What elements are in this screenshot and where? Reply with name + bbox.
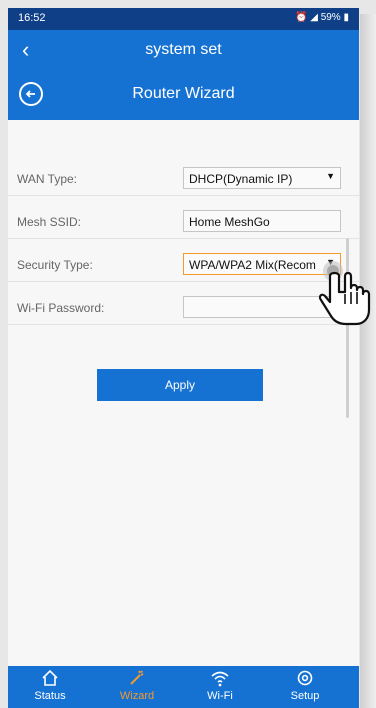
wifi-icon	[185, 666, 255, 691]
apply-button[interactable]: Apply	[97, 369, 263, 401]
battery-level: 59%	[320, 12, 341, 23]
nav-wifi-label: Wi-Fi	[207, 690, 233, 702]
status-indicators: ⏰ ◢ 59% ▮	[295, 12, 349, 23]
page-header: Router Wizard	[8, 70, 359, 120]
mesh-ssid-input[interactable]: Home MeshGo	[183, 210, 341, 232]
nav-wifi[interactable]: Wi-Fi	[185, 666, 255, 708]
nav-status[interactable]: Status	[15, 666, 85, 708]
phone-screen: 16:52 ⏰ ◢ 59% ▮ ‹ system set Router Wiza…	[8, 8, 359, 708]
wifi-password-row: Wi-Fi Password:	[8, 292, 359, 325]
gear-icon	[270, 666, 340, 691]
pointer-hand-icon	[318, 261, 371, 326]
wan-type-select[interactable]: DHCP(Dynamic IP) ▼	[183, 167, 341, 189]
nav-wizard-label: Wizard	[119, 690, 155, 702]
nav-setup[interactable]: Setup	[270, 666, 340, 708]
wan-type-row: WAN Type: DHCP(Dynamic IP) ▼	[8, 163, 359, 196]
wand-icon	[102, 666, 172, 691]
nav-setup-label: Setup	[290, 690, 320, 702]
battery-icon: ▮	[343, 12, 349, 23]
nav-status-label: Status	[34, 690, 66, 702]
app-header: ‹ system set	[8, 30, 359, 70]
nav-wizard[interactable]: Wizard	[102, 666, 172, 708]
mesh-ssid-value: Home MeshGo	[189, 215, 270, 229]
signal-icon: ◢	[310, 12, 318, 23]
wan-type-label: WAN Type:	[17, 172, 78, 186]
status-bar: 16:52 ⏰ ◢ 59% ▮	[8, 8, 359, 30]
security-type-label: Security Type:	[17, 258, 93, 272]
security-type-value: WPA/WPA2 Mix(Recom	[189, 258, 316, 272]
window-shadow	[360, 14, 376, 708]
dropdown-arrow-icon: ▼	[326, 171, 335, 181]
security-type-row: Security Type: WPA/WPA2 Mix(Recom ▼	[8, 249, 359, 282]
app-title: system set	[145, 41, 222, 58]
mesh-ssid-row: Mesh SSID: Home MeshGo	[8, 206, 359, 239]
status-time: 16:52	[18, 12, 46, 24]
home-icon	[15, 666, 85, 691]
bottom-nav: Status Wizard Wi-Fi Setup	[8, 666, 359, 708]
alarm-icon: ⏰	[294, 12, 308, 23]
page-title: Router Wizard	[132, 85, 235, 102]
wan-type-value: DHCP(Dynamic IP)	[189, 172, 293, 186]
mesh-ssid-label: Mesh SSID:	[17, 215, 82, 229]
wifi-password-label: Wi-Fi Password:	[17, 301, 105, 315]
